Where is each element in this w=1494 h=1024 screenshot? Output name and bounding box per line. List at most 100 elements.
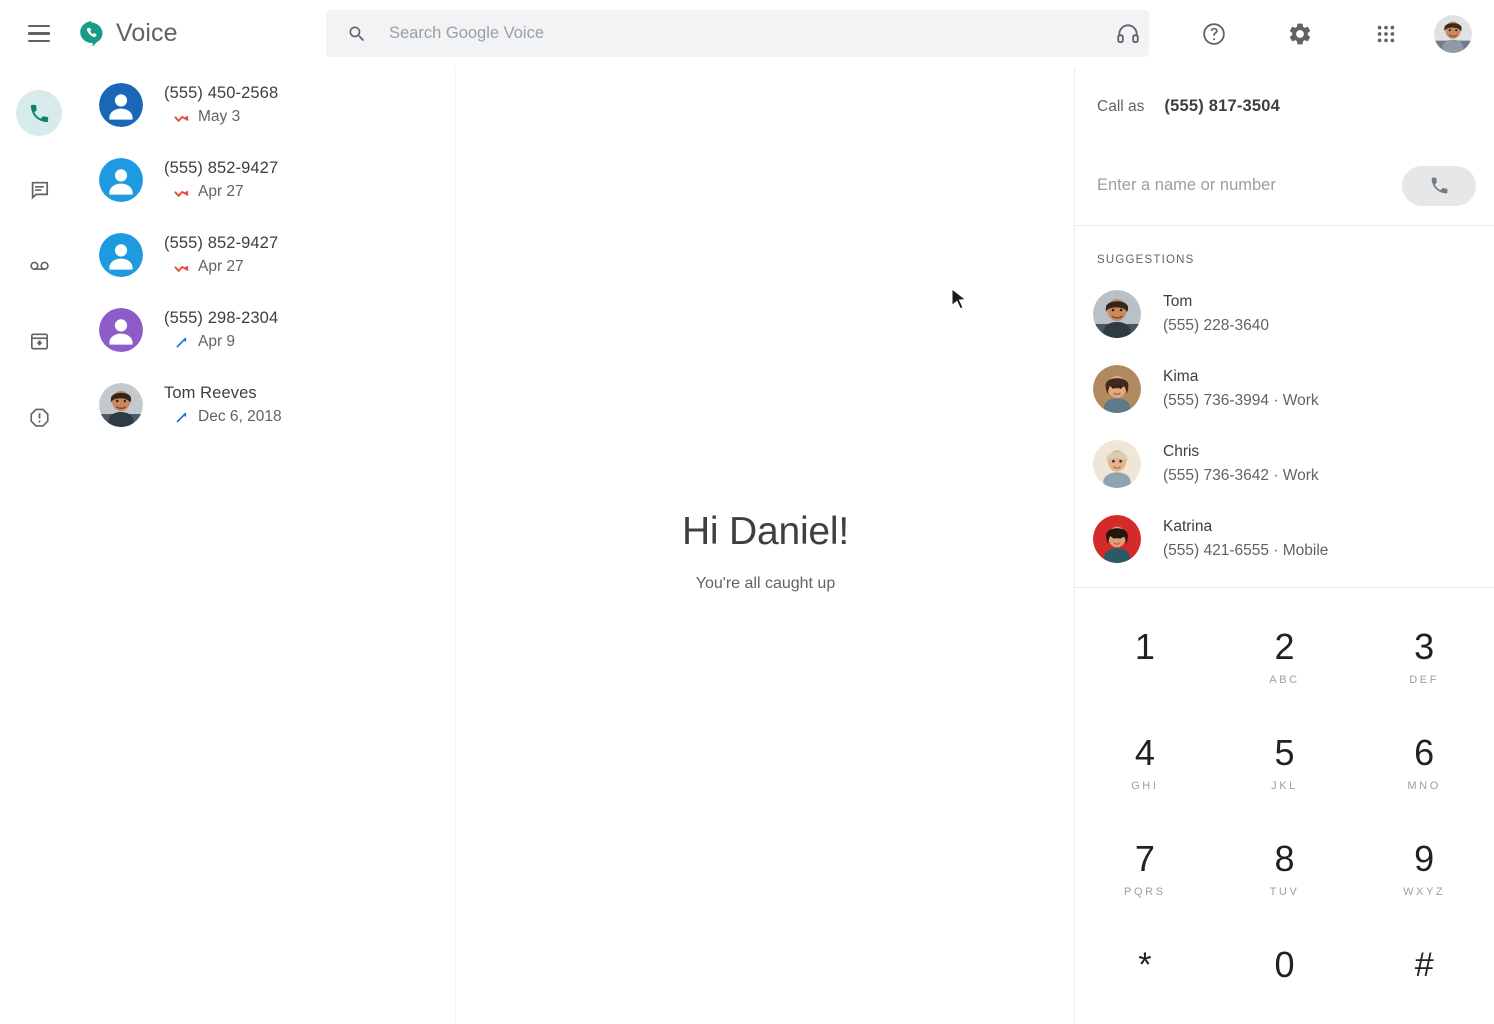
call-item-subtitle: May 3 <box>173 108 278 126</box>
dialpad-key-0[interactable]: 0 <box>1215 922 1355 1024</box>
call-item-title: Tom Reeves <box>164 384 257 402</box>
outgoing-call-icon <box>176 412 187 422</box>
call-as-number[interactable]: (555) 817-3504 <box>1164 97 1280 116</box>
call-list-item[interactable]: (555) 298-2304 Apr 9 <box>78 292 455 367</box>
search-icon <box>349 26 365 41</box>
call-item-title: (555) 852-9427 <box>164 234 279 252</box>
call-item-subtitle: Dec 6, 2018 <box>173 408 282 426</box>
suggestion-name: Kima <box>1163 368 1199 385</box>
suggestion-meta: Katrina (555) 421-6555 · Mobile <box>1163 517 1328 560</box>
account-avatar[interactable] <box>1434 14 1472 53</box>
suggestions-header: SUGGESTIONS <box>1097 254 1195 266</box>
dialpad-key-pound[interactable]: # <box>1354 922 1494 1024</box>
dialpad-digit: 4 <box>1134 732 1155 773</box>
hamburger-menu-icon[interactable] <box>28 25 50 42</box>
call-item-subtitle: Apr 27 <box>173 258 278 276</box>
sidebar-item-messages[interactable] <box>16 166 62 212</box>
page-title: Hi Daniel! <box>681 510 850 553</box>
brand-name: Voice <box>116 19 178 47</box>
headset-icon[interactable] <box>1104 10 1152 58</box>
dial-input-row <box>1075 146 1494 226</box>
suggestion-number: (555) 421-6555 · Mobile <box>1163 542 1329 559</box>
dialpad-digit: # <box>1414 946 1434 984</box>
dialpad-key-8[interactable]: 8 TUV <box>1215 816 1355 922</box>
call-list-item[interactable]: Tom Reeves Dec 6, 2018 <box>78 367 455 442</box>
dialpad-key-6[interactable]: 6 MNO <box>1354 710 1494 816</box>
call-button[interactable] <box>1402 165 1476 206</box>
suggestion-item[interactable]: Chris (555) 736-3642 · Work <box>1075 426 1494 501</box>
main-content-area: Hi Daniel! You're all caught up <box>457 67 1075 1024</box>
dialpad-letters: GHI <box>1131 780 1159 792</box>
dialpad-key-1[interactable]: 1 <box>1075 604 1215 710</box>
call-item-meta: Tom Reeves Dec 6, 2018 <box>164 383 282 426</box>
call-as-label: Call as <box>1097 97 1145 115</box>
dialpad: 1 2 ABC 3 DEF 4 GHI 5 JKL 6 MNO 7 PQRS 8… <box>1075 587 1494 1024</box>
suggestion-number: (555) 228-3640 <box>1163 317 1269 334</box>
person-placeholder-icon <box>99 307 143 352</box>
call-list-item[interactable]: (555) 852-9427 Apr 27 <box>78 217 455 292</box>
help-icon[interactable] <box>1190 10 1238 58</box>
dialpad-digit: * <box>1138 946 1152 984</box>
voice-logo-icon <box>80 20 103 47</box>
dialpad-key-7[interactable]: 7 PQRS <box>1075 816 1215 922</box>
call-item-date: Dec 6, 2018 <box>198 408 282 425</box>
call-item-meta: (555) 852-9427 Apr 27 <box>164 233 278 276</box>
suggestion-name: Chris <box>1163 443 1200 460</box>
gear-icon[interactable] <box>1276 10 1324 58</box>
dialpad-digit: 6 <box>1414 732 1435 773</box>
call-list-item[interactable]: (555) 450-2568 May 3 <box>78 67 455 142</box>
dialpad-key-2[interactable]: 2 ABC <box>1215 604 1355 710</box>
top-app-bar: Voice <box>0 0 1494 67</box>
sidebar-item-voicemail[interactable] <box>16 242 62 288</box>
missed-call-icon <box>174 190 189 197</box>
dialpad-grid: 1 2 ABC 3 DEF 4 GHI 5 JKL 6 MNO 7 PQRS 8… <box>1075 604 1494 1024</box>
call-history-list: (555) 450-2568 May 3 (555) 852-9427 Apr … <box>78 67 456 1024</box>
suggestion-item[interactable]: Katrina (555) 421-6555 · Mobile <box>1075 501 1494 576</box>
suggestion-meta: Kima (555) 736-3994 · Work <box>1163 367 1319 410</box>
suggestion-meta: Tom (555) 228-3640 <box>1163 292 1269 335</box>
message-bubble-icon <box>31 181 48 199</box>
suggestion-meta: Chris (555) 736-3642 · Work <box>1163 442 1319 485</box>
contact-avatar <box>99 82 143 127</box>
dialpad-key-3[interactable]: 3 DEF <box>1354 604 1494 710</box>
dialpad-letters: MNO <box>1407 780 1441 792</box>
dialpad-digit: 1 <box>1134 626 1155 667</box>
sidebar-item-archive[interactable] <box>16 318 62 364</box>
outgoing-call-icon <box>176 337 187 347</box>
dial-input[interactable] <box>1097 176 1402 195</box>
person-placeholder-icon <box>99 157 143 202</box>
dialpad-letters: WXYZ <box>1403 886 1446 898</box>
contact-avatar <box>99 307 143 352</box>
missed-call-icon <box>174 115 189 122</box>
dialpad-key-9[interactable]: 9 WXYZ <box>1354 816 1494 922</box>
call-item-title: (555) 450-2568 <box>164 84 279 102</box>
suggestion-item[interactable]: Kima (555) 736-3994 · Work <box>1075 351 1494 426</box>
suggestion-name: Tom <box>1163 293 1193 310</box>
apps-grid-icon[interactable] <box>1362 10 1410 58</box>
google-voice-app: Voice Search Google Voice (555) 450-2568… <box>0 0 1494 1024</box>
dialpad-digit: 9 <box>1414 838 1435 879</box>
brand-logo-link[interactable]: Voice <box>77 19 178 49</box>
search-input[interactable] <box>389 13 1089 54</box>
search-bar[interactable] <box>326 10 1149 57</box>
dialpad-digit: 2 <box>1274 626 1295 667</box>
sidebar-item-calls[interactable] <box>16 90 62 136</box>
suggestion-item[interactable]: Tom (555) 228-3640 <box>1075 276 1494 351</box>
call-list-item[interactable]: (555) 852-9427 Apr 27 <box>78 142 455 217</box>
archive-icon <box>30 332 48 350</box>
contact-photo <box>1093 439 1141 488</box>
dialpad-letters: PQRS <box>1124 886 1166 898</box>
suggestion-number: (555) 736-3994 · Work <box>1163 392 1319 409</box>
dialpad-key-4[interactable]: 4 GHI <box>1075 710 1215 816</box>
dialpad-key-star[interactable]: * <box>1075 922 1215 1024</box>
dialer-panel: Call as (555) 817-3504 SUGGESTIONS <box>1075 67 1494 1024</box>
voicemail-icon <box>29 261 49 270</box>
dialpad-letters: ABC <box>1269 674 1300 686</box>
dialpad-key-5[interactable]: 5 JKL <box>1215 710 1355 816</box>
call-item-date: Apr 9 <box>198 333 236 350</box>
call-item-meta: (555) 852-9427 Apr 27 <box>164 158 278 201</box>
sidebar-item-alerts[interactable] <box>16 394 62 440</box>
error-info-icon <box>29 408 49 427</box>
call-as-row: Call as (555) 817-3504 <box>1075 67 1494 146</box>
call-item-title: (555) 852-9427 <box>164 159 279 177</box>
